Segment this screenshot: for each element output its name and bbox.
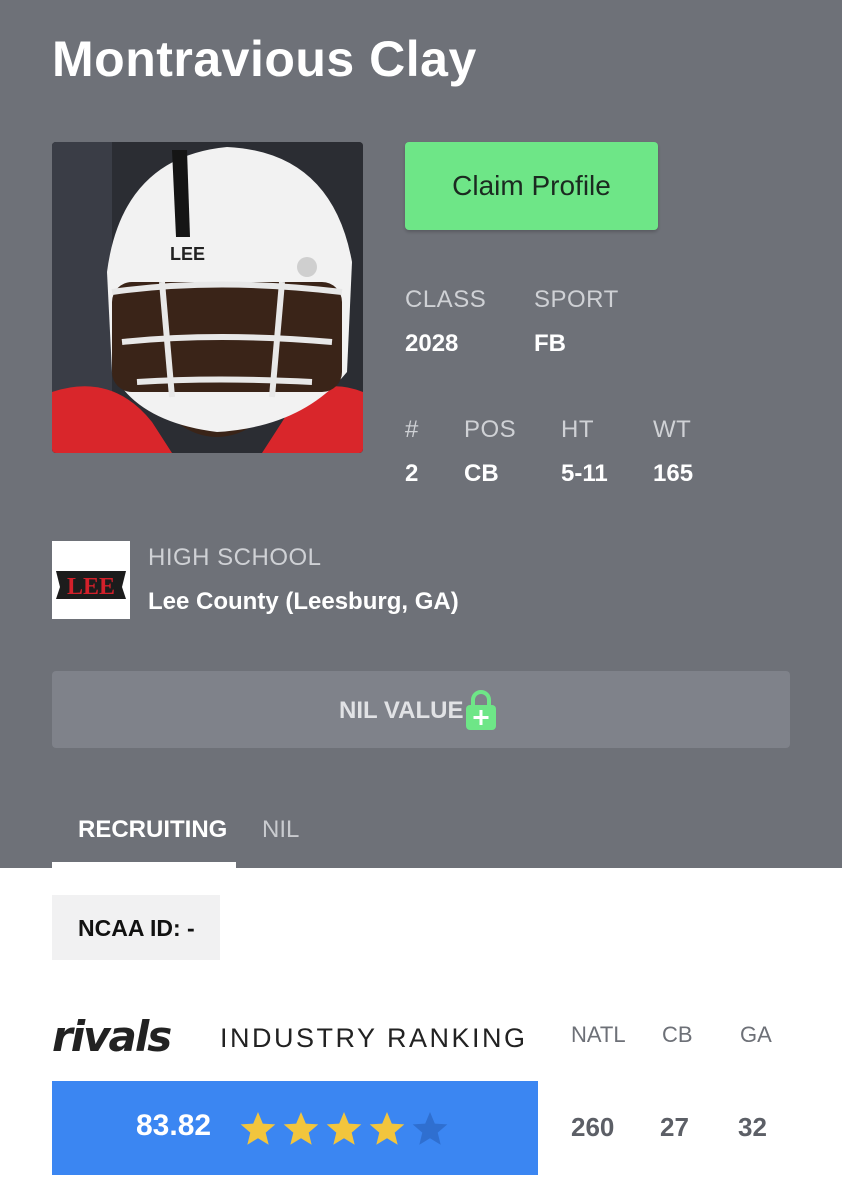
- rank-value-state: 32: [738, 1112, 767, 1142]
- weight-value: 165: [653, 460, 694, 487]
- sport-value: FB: [534, 330, 566, 357]
- rank-value-natl: 260: [571, 1112, 615, 1142]
- rating-bar: 83.82: [52, 1081, 538, 1175]
- star-filled-icon: [326, 1111, 362, 1147]
- industry-ranking-title: INDUSTRY RANKING: [220, 1023, 528, 1053]
- star-filled-icon: [283, 1111, 319, 1147]
- school-logo[interactable]: LEE: [52, 541, 130, 619]
- lock-plus-icon: [465, 689, 497, 731]
- school-logo-text: LEE: [67, 574, 115, 600]
- claim-profile-button[interactable]: Claim Profile: [405, 142, 658, 230]
- ncaa-id-badge: NCAA ID: -: [52, 895, 220, 960]
- position-label: POS: [464, 416, 517, 443]
- rank-column-position: CB: [662, 1022, 693, 1047]
- helmet-text: LEE: [170, 244, 205, 264]
- rating-score: 83.82: [136, 1109, 212, 1142]
- class-label: CLASS: [405, 286, 487, 313]
- star-filled-icon: [369, 1111, 405, 1147]
- sport-label: SPORT: [534, 286, 619, 313]
- nil-value-button[interactable]: NIL VALUE: [52, 671, 790, 748]
- jersey-number-value: 2: [405, 460, 419, 487]
- height-value: 5-11: [561, 460, 608, 487]
- high-school-label: HIGH SCHOOL: [148, 544, 322, 571]
- jersey-number-label: #: [405, 416, 419, 443]
- tab-nil[interactable]: NIL: [262, 816, 299, 844]
- tab-recruiting[interactable]: RECRUITING: [78, 816, 227, 844]
- rank-column-state: GA: [740, 1022, 772, 1047]
- rank-column-natl: NATL: [571, 1022, 626, 1047]
- rivals-logo: rivals: [52, 1012, 172, 1061]
- position-value: CB: [464, 460, 499, 487]
- height-label: HT: [561, 416, 594, 443]
- weight-label: WT: [653, 416, 692, 443]
- player-name: Montravious Clay: [52, 31, 477, 87]
- rank-value-position: 27: [660, 1112, 689, 1142]
- star-filled-icon: [240, 1111, 276, 1147]
- active-tab-indicator: [52, 862, 236, 868]
- ncaa-id-text: NCAA ID: -: [78, 915, 195, 941]
- class-value: 2028: [405, 330, 459, 357]
- high-school-name[interactable]: Lee County (Leesburg, GA): [148, 588, 459, 616]
- player-photo: LEE: [52, 142, 363, 453]
- nil-value-label: NIL VALUE: [339, 697, 464, 724]
- star-empty-icon: [412, 1111, 448, 1147]
